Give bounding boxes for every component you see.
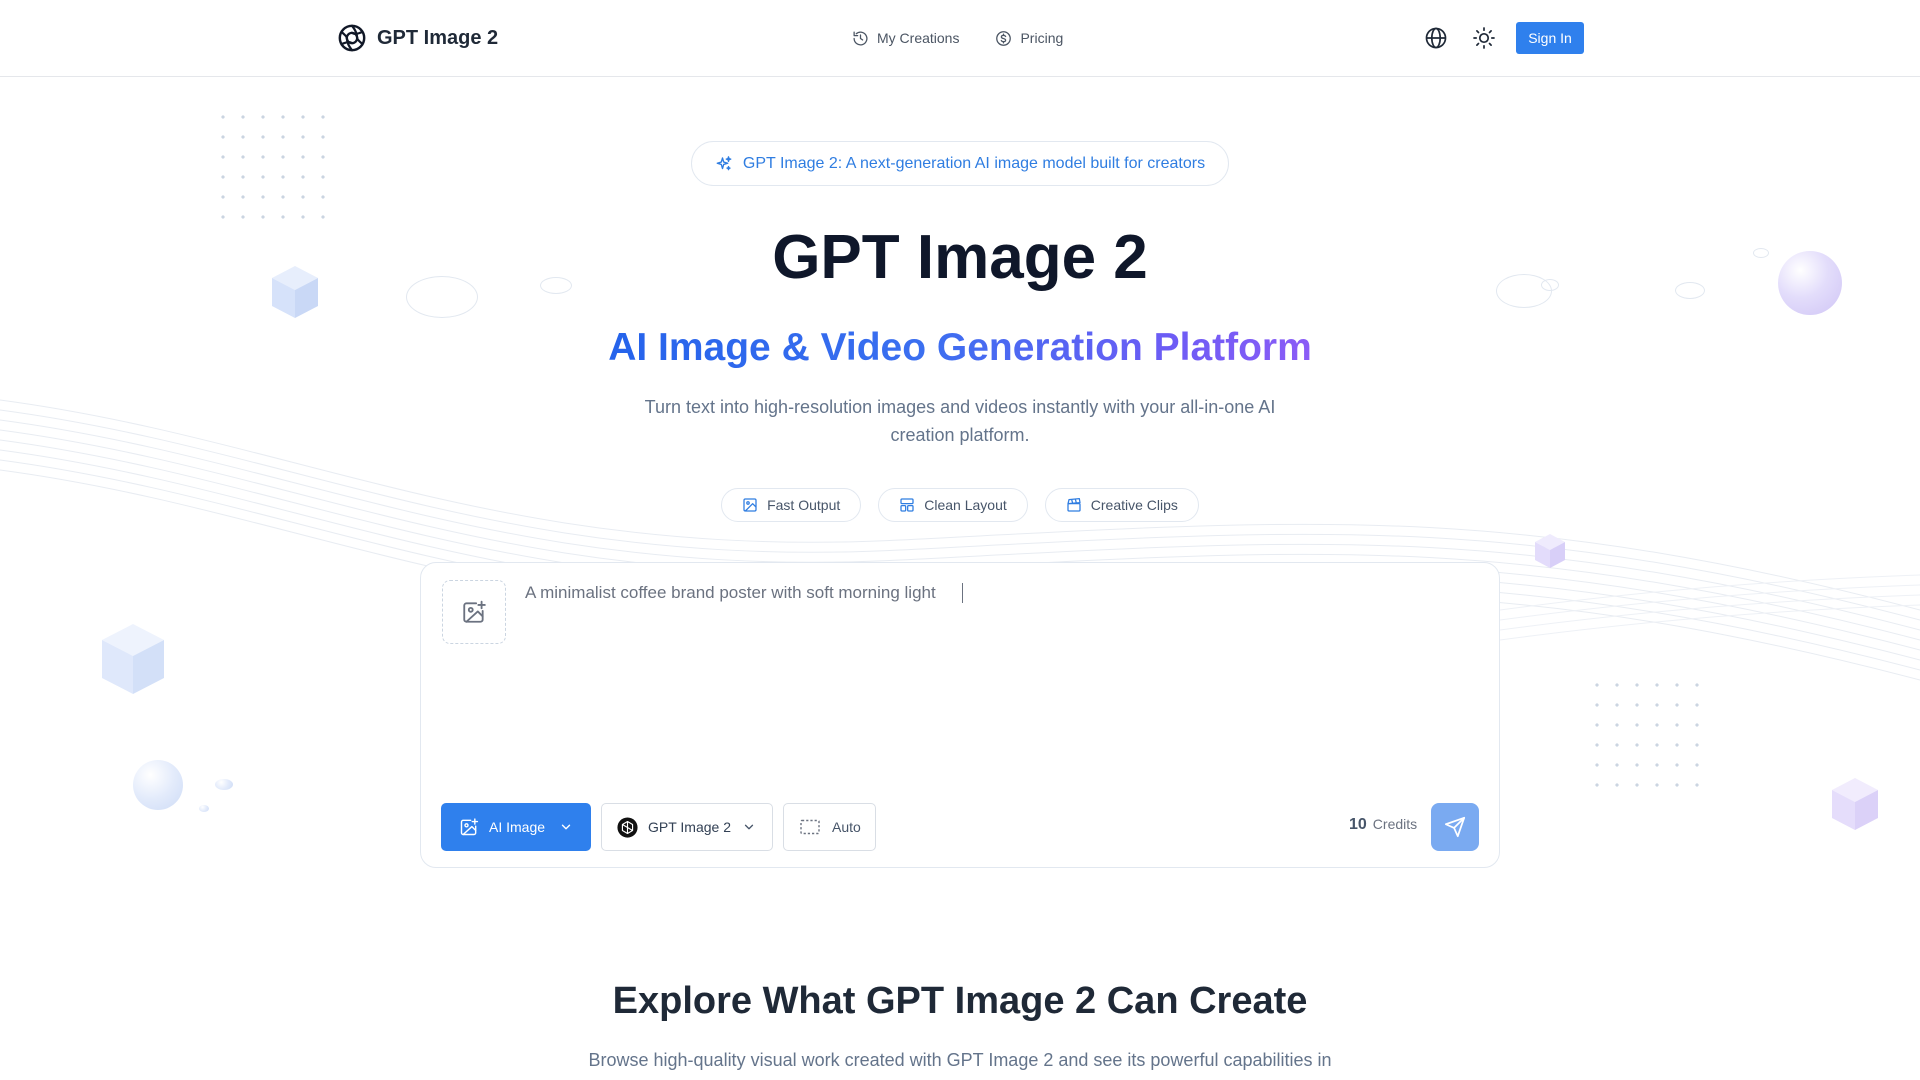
send-icon [1444, 816, 1466, 838]
chip-label: Clean Layout [924, 497, 1007, 513]
chip-fast-output[interactable]: Fast Output [721, 488, 862, 522]
cube-decoration [102, 624, 164, 694]
credits-value: 10 [1349, 816, 1367, 833]
nav-my-creations[interactable]: My Creations [852, 30, 959, 47]
nav-pricing[interactable]: Pricing [995, 30, 1063, 47]
announcement-text: GPT Image 2: A next-generation AI image … [742, 154, 1206, 172]
text-caret [962, 583, 963, 603]
generate-send-button[interactable] [1431, 803, 1479, 851]
aspect-ratio-label: Auto [832, 819, 861, 835]
model-label: GPT Image 2 [648, 819, 732, 835]
sign-in-button[interactable]: Sign In [1516, 22, 1584, 54]
hero-description: Turn text into high-resolution images an… [644, 397, 1276, 445]
cube-decoration [1535, 534, 1565, 568]
generation-type-dropdown[interactable]: AI Image [441, 803, 591, 851]
model-selector-dropdown[interactable]: GPT Image 2 [601, 803, 773, 851]
explore-section-title: Explore What GPT Image 2 Can Create [612, 980, 1308, 1022]
chevron-down-icon [744, 824, 754, 830]
credits-display: 10 Credits [1349, 816, 1417, 834]
sphere-decoration [215, 779, 233, 790]
dot-grid-decoration [213, 107, 333, 227]
image-plus-icon [463, 600, 486, 623]
image-upload-button[interactable] [442, 580, 506, 644]
openai-logo-icon [617, 816, 638, 838]
top-navigation-bar: GPT Image 2 My Creations Pricing Sign In [0, 0, 1920, 77]
generation-type-label: AI Image [489, 819, 546, 835]
image-plus-icon [460, 818, 479, 836]
prompt-input[interactable] [525, 581, 1475, 741]
chevron-down-icon [561, 824, 571, 830]
explore-section-description: Browse high-quality visual work created … [588, 1050, 1332, 1070]
feature-chips: Fast Output Clean Layout Creative Clips [0, 488, 1920, 522]
hero-subtitle-text: AI Image & Video Generation Platform [608, 326, 1312, 369]
announcement-badge[interactable]: GPT Image 2: A next-generation AI image … [691, 141, 1229, 186]
nav-pricing-label: Pricing [1020, 30, 1064, 46]
clapperboard-icon [1067, 498, 1081, 512]
aspect-ratio-icon [800, 819, 820, 835]
globe-icon [1425, 27, 1447, 49]
sphere-decoration [133, 760, 183, 810]
chip-creative-clips[interactable]: Creative Clips [1044, 488, 1199, 522]
hero-subtitle: AI Image & Video Generation Platform [0, 326, 1920, 370]
hero-title: GPT Image 2 [772, 223, 1148, 292]
main-nav: My Creations Pricing [852, 25, 1063, 51]
brand-logo-link[interactable]: GPT Image 2 [337, 22, 498, 54]
credits-label: Credits [1372, 816, 1418, 832]
sphere-decoration [199, 805, 209, 812]
sun-icon [1473, 27, 1495, 49]
aperture-logo-icon [338, 24, 366, 52]
brand-name: GPT Image 2 [377, 26, 499, 49]
prompt-composer: AI Image GPT Image 2 Auto 10 Credits [420, 562, 1500, 868]
image-icon [743, 498, 757, 512]
chip-clean-layout[interactable]: Clean Layout [878, 488, 1028, 522]
language-button[interactable] [1422, 24, 1450, 52]
theme-toggle-button[interactable] [1470, 24, 1498, 52]
sparkles-icon [716, 155, 732, 170]
aspect-ratio-selector[interactable]: Auto [783, 803, 876, 851]
history-icon [853, 30, 868, 46]
layout-icon [900, 498, 914, 512]
nav-my-creations-label: My Creations [877, 30, 960, 46]
dollar-circle-icon [996, 30, 1012, 46]
dot-grid-decoration [1587, 675, 1707, 795]
chip-label: Fast Output [767, 497, 841, 513]
cube-decoration [1832, 778, 1878, 830]
chip-label: Creative Clips [1090, 497, 1178, 513]
